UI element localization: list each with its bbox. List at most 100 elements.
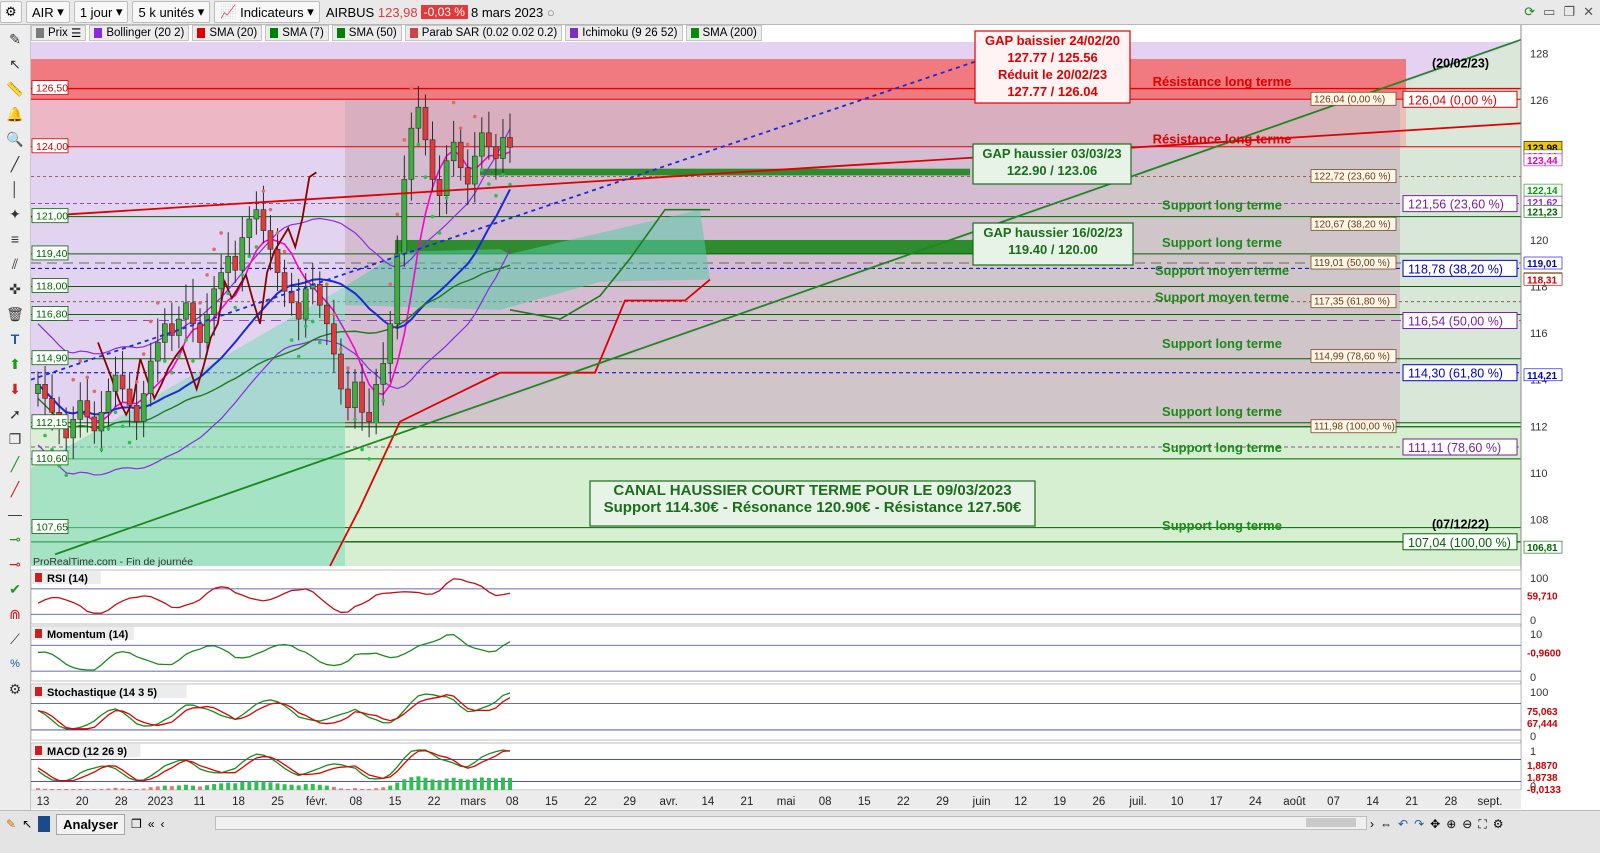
undo-icon[interactable]: ↶ <box>1398 817 1408 831</box>
expand-icon[interactable]: ⛶ <box>1478 817 1486 832</box>
chevron-left-icon[interactable]: ‹ <box>161 817 165 831</box>
left-level-label: 116,80 <box>36 308 67 320</box>
panel-frame <box>30 625 1522 682</box>
close-icon[interactable]: ✕ <box>1583 4 1594 20</box>
macd-bar <box>71 789 76 790</box>
symbol-select[interactable]: AIR ▾ <box>26 1 70 23</box>
time-tick: juin <box>972 796 991 808</box>
indicator-tag[interactable]: Prix ☰ <box>31 25 87 41</box>
macd-bar <box>64 789 69 790</box>
fit-icon[interactable]: ⇔ <box>1380 817 1392 831</box>
macd-bar <box>57 789 62 790</box>
macd-bar <box>479 777 484 790</box>
sar-dot <box>437 231 442 235</box>
time-tick: sept. <box>1478 796 1503 808</box>
candle-body <box>63 428 69 439</box>
candle-body <box>91 416 98 432</box>
restore-icon[interactable]: ❐ <box>1563 4 1575 20</box>
zoom-out-icon[interactable]: ⊖ <box>1462 817 1472 831</box>
indicators-button[interactable]: 📈 Indicateurs ▾ <box>214 1 320 23</box>
price-chart[interactable]: 126,50 124,00 121,00 119,40 118,00 116,80 114,… <box>0 25 1600 811</box>
macd-bar <box>169 786 174 790</box>
sar-dot <box>170 370 174 375</box>
time-tick: mars <box>460 796 486 808</box>
analyser-button[interactable]: Analyser <box>56 813 126 835</box>
price-badge-label: 123,44 <box>1527 156 1558 167</box>
sar-dot <box>226 291 231 296</box>
list-icon[interactable]: ☰ <box>71 26 81 40</box>
scrollbar[interactable] <box>215 816 1367 830</box>
candle-body <box>324 304 330 325</box>
candle-body <box>98 411 105 432</box>
macd-bar <box>176 785 181 790</box>
chevron-down-icon: ▾ <box>194 4 205 19</box>
panel-tick: 1 <box>1530 746 1536 758</box>
double-chevron-left-icon[interactable]: « <box>148 817 155 831</box>
time-tick: 22 <box>897 796 910 808</box>
axis-tick: 110 <box>1530 468 1548 480</box>
macd-bar <box>381 787 386 790</box>
price-badge-label: 119,01 <box>1527 259 1557 270</box>
macd-bar <box>500 777 505 790</box>
fib-label: 119,01 (50,00 %) <box>1314 258 1390 269</box>
candle-body <box>147 360 154 394</box>
candle-body <box>232 255 239 271</box>
macd-bar <box>275 783 280 790</box>
sar-dot <box>332 312 336 317</box>
candle-body <box>190 302 196 325</box>
sar-dot <box>134 380 139 384</box>
candle-body <box>338 353 344 390</box>
time-tick: 11 <box>193 796 205 808</box>
candle-body <box>267 230 274 250</box>
indicator-tag[interactable]: Ichimoku (9 26 52) <box>565 25 683 41</box>
sar-dot <box>416 142 421 147</box>
move-icon[interactable]: ✥ <box>1430 817 1440 831</box>
redo-icon[interactable]: ↷ <box>1414 817 1424 831</box>
refresh-icon[interactable]: ⟳ <box>1524 4 1535 20</box>
sar-dot <box>310 319 315 324</box>
macd-bar <box>268 782 273 790</box>
indicator-tag[interactable]: SMA (20) <box>192 25 263 41</box>
panel-icon[interactable] <box>38 816 51 832</box>
indicator-label: Prix <box>48 27 68 39</box>
candle-body <box>197 323 203 343</box>
candle-body <box>415 106 422 129</box>
candle-body <box>49 398 55 413</box>
candle-body <box>211 288 217 315</box>
fib-date-label: (07/12/22) <box>1432 518 1489 532</box>
time-tick: 25 <box>271 796 284 808</box>
macd-bar <box>324 785 329 790</box>
fib-label: 122,72 (23,60 %) <box>1314 172 1391 183</box>
candle-body <box>331 323 337 355</box>
toolbar-icon-settings[interactable]: ⚙ <box>0 1 22 23</box>
period-select[interactable]: 1 jour ▾ <box>73 1 129 23</box>
macd-bar <box>458 778 463 790</box>
time-tick: 26 <box>1093 796 1106 808</box>
zoom-in-icon[interactable]: ⊕ <box>1446 817 1456 831</box>
indicator-tag[interactable]: Parab SAR (0.02 0.02 0.2) <box>404 25 563 41</box>
macd-bar <box>43 788 48 790</box>
indicator-tag[interactable]: SMA (200) <box>685 25 762 41</box>
units-select[interactable]: 5 k unités ▾ <box>132 1 211 23</box>
macd-bar <box>282 784 287 790</box>
indicator-tag[interactable]: SMA (7) <box>265 25 329 41</box>
time-tick: 24 <box>1249 796 1262 808</box>
scrollbar-thumb[interactable] <box>1306 818 1356 827</box>
cursor-icon[interactable]: ↖ <box>22 817 32 831</box>
settings-icon[interactable]: ⚙ <box>1493 817 1504 831</box>
minimize-icon[interactable]: ▭ <box>1543 4 1555 20</box>
indicator-label: SMA (200) <box>702 27 757 39</box>
sar-dot <box>458 126 463 130</box>
sar-dot <box>353 417 357 422</box>
pencil-icon[interactable]: ✎ <box>6 817 16 831</box>
panel-tick: 10 <box>1530 629 1542 641</box>
candle-body <box>486 132 492 148</box>
chevron-right-icon[interactable]: › <box>1370 817 1374 831</box>
time-tick: 2023 <box>148 796 174 808</box>
window-icon[interactable]: ❐ <box>131 817 142 831</box>
indicator-tag[interactable]: Bollinger (20 2) <box>89 25 190 41</box>
indicator-tag[interactable]: SMA (50) <box>331 25 402 41</box>
candle-body <box>253 209 260 220</box>
macd-bar <box>437 780 442 790</box>
macd-bar <box>338 788 343 790</box>
